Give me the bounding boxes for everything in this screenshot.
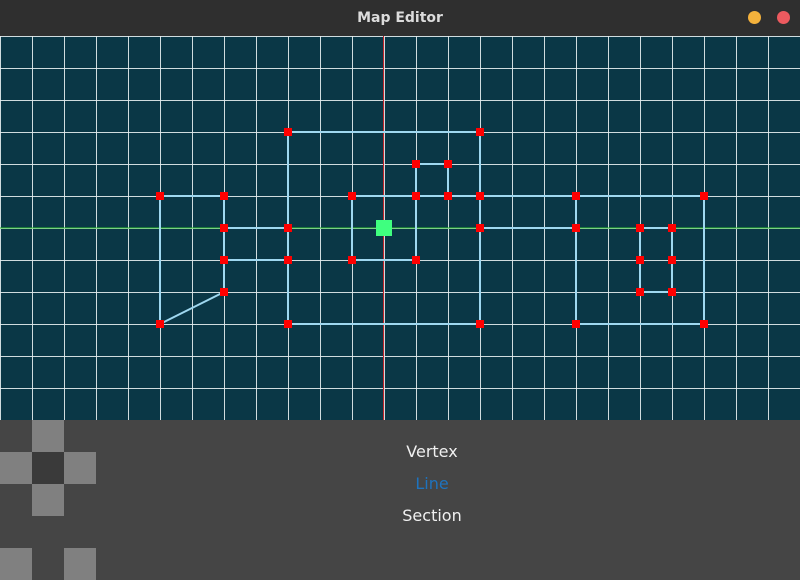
- map-vertex: [284, 256, 292, 264]
- map-vertex: [476, 224, 484, 232]
- map-vertex: [348, 256, 356, 264]
- map-vertex: [220, 256, 228, 264]
- palette-tile[interactable]: [32, 420, 64, 452]
- palette-tile[interactable]: [0, 548, 32, 580]
- map-vertex: [444, 192, 452, 200]
- map-vertex: [444, 160, 452, 168]
- map-vertex: [572, 224, 580, 232]
- palette-tile[interactable]: [64, 452, 96, 484]
- palette-tile[interactable]: [64, 548, 96, 580]
- map-vertex: [668, 256, 676, 264]
- mode-vertex[interactable]: Vertex: [332, 442, 532, 461]
- map-vertex: [220, 288, 228, 296]
- palette-tile[interactable]: [0, 452, 32, 484]
- mode-section[interactable]: Section: [332, 506, 532, 525]
- map-cursor[interactable]: [376, 220, 392, 236]
- map-vertex: [572, 192, 580, 200]
- mode-line[interactable]: Line: [332, 474, 532, 493]
- map-vertex: [476, 192, 484, 200]
- palette-tile[interactable]: [32, 452, 64, 484]
- tool-panel: Vertex Line Section: [0, 420, 800, 580]
- map-vertex: [412, 160, 420, 168]
- map-vertex: [636, 288, 644, 296]
- map-vertex: [284, 224, 292, 232]
- window-title: Map Editor: [357, 10, 443, 26]
- map-vertex: [476, 128, 484, 136]
- map-vertex: [284, 128, 292, 136]
- map-vertex: [284, 320, 292, 328]
- map-vertex: [636, 256, 644, 264]
- map-vertex: [412, 256, 420, 264]
- map-vertex: [572, 320, 580, 328]
- map-vertex: [220, 192, 228, 200]
- map-vertex: [348, 192, 356, 200]
- map-vertex: [668, 224, 676, 232]
- map-vertex: [156, 320, 164, 328]
- map-vertex: [412, 192, 420, 200]
- map-vertex: [700, 320, 708, 328]
- map-svg[interactable]: [0, 36, 800, 420]
- map-vertex: [668, 288, 676, 296]
- map-vertex: [220, 224, 228, 232]
- palette-tile[interactable]: [32, 484, 64, 516]
- map-vertex: [636, 224, 644, 232]
- title-bar: Map Editor: [0, 0, 800, 36]
- map-canvas[interactable]: [0, 36, 800, 420]
- map-vertex: [156, 192, 164, 200]
- close-button[interactable]: [777, 11, 790, 24]
- map-vertex: [700, 192, 708, 200]
- minimize-button[interactable]: [748, 11, 761, 24]
- map-vertex: [476, 320, 484, 328]
